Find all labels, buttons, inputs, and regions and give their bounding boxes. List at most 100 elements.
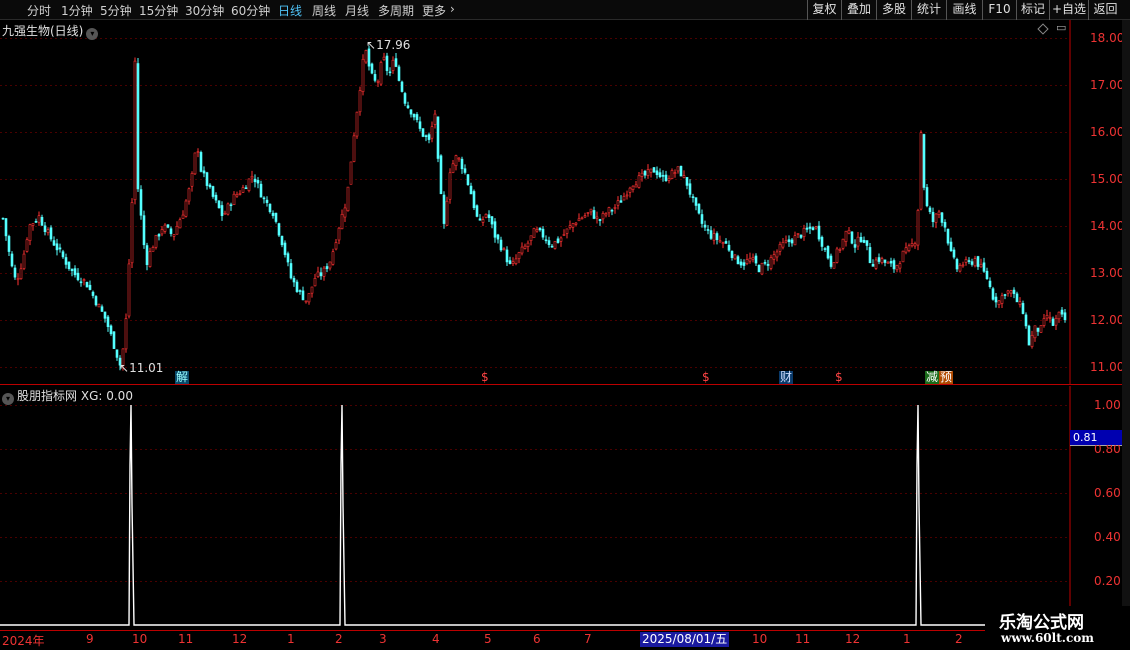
period-tab-daily[interactable]: 日线 — [278, 2, 302, 19]
candle-up — [913, 243, 917, 247]
chevron-down-icon[interactable]: ▾ — [86, 28, 99, 40]
candle-up — [934, 213, 938, 223]
candle-down — [373, 74, 377, 81]
candle-down — [211, 186, 215, 197]
candle-down — [871, 264, 875, 267]
f10-button[interactable]: F10 — [982, 0, 1016, 20]
candle-down — [394, 58, 398, 67]
candle-up — [772, 254, 776, 260]
event-finance-marker[interactable]: 财 — [779, 371, 794, 384]
candle-up — [622, 196, 626, 201]
expand-icon[interactable]: ▭ — [1056, 21, 1066, 34]
candle-up — [364, 50, 368, 63]
candle-up — [22, 253, 26, 269]
candle-up — [1039, 325, 1043, 333]
event-unlock-marker[interactable]: 解 — [175, 371, 190, 384]
candle-down — [619, 200, 623, 203]
candle-up — [532, 228, 536, 238]
back-button[interactable]: 返回 — [1088, 0, 1122, 20]
overlay-button[interactable]: 叠加 — [841, 0, 876, 20]
period-tab-5min[interactable]: 5分钟 — [100, 2, 132, 19]
statistics-button[interactable]: 统计 — [911, 0, 946, 20]
candle-down — [739, 261, 743, 266]
candle-up — [997, 300, 1001, 306]
event-forecast-marker[interactable]: 预 — [939, 371, 954, 384]
date-axis[interactable]: 2024年 9 10 11 12 1 2 3 4 5 6 7 10 11 12 … — [0, 630, 1070, 650]
period-tab-1min[interactable]: 1分钟 — [61, 2, 93, 19]
candle-up — [1042, 318, 1046, 326]
candle-down — [490, 216, 494, 225]
period-tab-more[interactable]: 更多 — [422, 2, 446, 19]
candle-down — [1027, 325, 1031, 346]
candle-down — [757, 264, 761, 273]
kline-canvas[interactable] — [0, 20, 1130, 385]
candle-down — [325, 266, 329, 270]
candle-down — [253, 178, 257, 183]
date-tick: 1 — [903, 632, 911, 646]
right-side-strip[interactable] — [1122, 20, 1130, 606]
candle-down — [478, 218, 482, 221]
candle-up — [1009, 290, 1013, 294]
multi-stock-button[interactable]: 多股 — [876, 0, 911, 20]
draw-line-button[interactable]: 画线 — [946, 0, 982, 20]
indicator-name: 股朋指标网 — [17, 389, 78, 403]
candle-up — [625, 194, 629, 197]
kline-chart[interactable]: 九强生物(日线) ▾ ▭ 18.00 17.00 16.00 15.00 14.0… — [0, 20, 1130, 385]
mark-button[interactable]: 标记 — [1016, 0, 1049, 20]
candle-down — [664, 174, 668, 181]
price-tick: 16.00 — [1090, 125, 1125, 139]
event-dividend-marker[interactable]: $ — [480, 371, 490, 384]
candle-down — [982, 262, 986, 272]
event-dividend-marker[interactable]: $ — [834, 371, 844, 384]
period-tab-30min[interactable]: 30分钟 — [185, 2, 224, 19]
candle-up — [604, 213, 608, 216]
candle-down — [889, 261, 893, 264]
date-tick: 7 — [584, 632, 592, 646]
candle-up — [376, 80, 380, 83]
candle-up — [454, 155, 458, 167]
candle-up — [361, 58, 365, 92]
candle-down — [592, 210, 596, 219]
event-dividend-marker[interactable]: $ — [701, 371, 711, 384]
candle-up — [148, 251, 152, 267]
period-tab-multi[interactable]: 多周期 — [378, 2, 414, 19]
candle-down — [268, 203, 272, 213]
price-tick: 11.00 — [1090, 360, 1125, 374]
period-tab-monthly[interactable]: 月线 — [345, 2, 369, 19]
candle-down — [289, 263, 293, 279]
period-tab-60min[interactable]: 60分钟 — [231, 2, 270, 19]
period-tab-intraday[interactable]: 分时 — [27, 2, 51, 19]
candle-up — [445, 200, 449, 226]
indicator-canvas[interactable] — [0, 386, 1130, 630]
period-tab-15min[interactable]: 15分钟 — [139, 2, 178, 19]
adjust-button[interactable]: 复权 — [807, 0, 841, 20]
candle-up — [667, 178, 671, 181]
candle-up — [235, 194, 239, 197]
candle-up — [331, 251, 335, 265]
candle-down — [685, 177, 689, 186]
chevron-down-icon[interactable]: ▾ — [2, 393, 14, 405]
candle-down — [550, 245, 554, 248]
candle-down — [1024, 314, 1028, 327]
candle-down — [412, 113, 416, 118]
candle-up — [391, 59, 395, 71]
candle-up — [310, 286, 314, 294]
candle-down — [370, 63, 374, 74]
event-reduce-marker[interactable]: 减 — [925, 371, 940, 384]
period-toolbar: 分时 1分钟 5分钟 15分钟 30分钟 60分钟 日线 周线 月线 多周期 更… — [0, 0, 1130, 20]
candle-up — [802, 228, 806, 237]
candle-up — [841, 238, 845, 249]
candle-down — [976, 256, 980, 267]
candle-up — [904, 247, 908, 253]
candle-down — [505, 249, 509, 263]
candle-down — [244, 187, 248, 190]
candle-up — [25, 239, 29, 252]
candle-up — [355, 111, 359, 137]
candle-down — [790, 239, 794, 244]
period-tab-weekly[interactable]: 周线 — [312, 2, 336, 19]
add-watchlist-button[interactable]: +自选 — [1049, 0, 1088, 20]
indicator-pane[interactable]: ▾ 股朋指标网 XG: 0.00 1.00 0.80 0.60 0.40 0.20… — [0, 386, 1130, 630]
chevron-right-icon[interactable]: › — [450, 2, 455, 16]
candle-down — [709, 230, 713, 239]
candle-down — [40, 216, 44, 226]
